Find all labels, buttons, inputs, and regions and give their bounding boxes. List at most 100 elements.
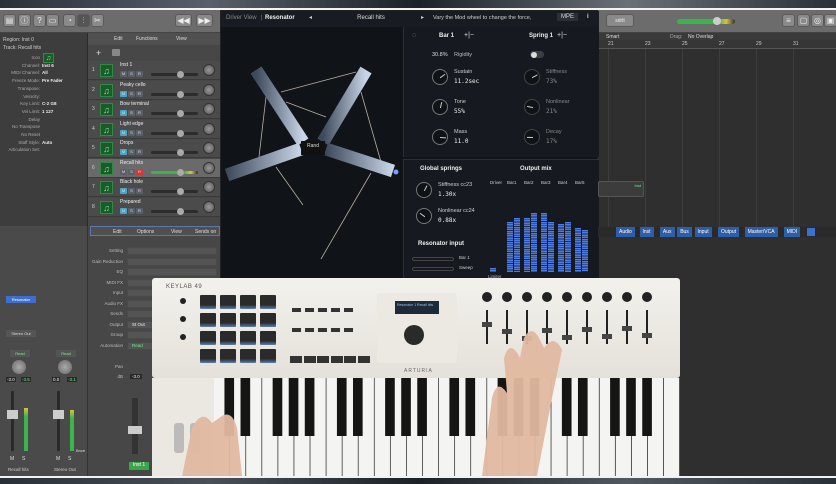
mixer-slot[interactable] (127, 247, 217, 255)
automation-value[interactable]: Read (132, 343, 143, 348)
record-button[interactable]: R (136, 71, 143, 77)
inspector-row[interactable]: Articulation Set: (0, 147, 88, 154)
mixer-tab[interactable]: Inst (639, 227, 654, 237)
solo-button[interactable]: S (128, 207, 135, 214)
mute-button[interactable]: M (56, 456, 60, 462)
track-header[interactable]: Track: Recall hits (3, 45, 41, 51)
output-slot[interactable]: Stereo Out (6, 330, 36, 337)
preset-prev-icon[interactable]: ◂ (309, 14, 312, 21)
automation-mode[interactable]: Read (56, 350, 76, 357)
strip-fader-handle[interactable] (128, 426, 142, 434)
volume-handle[interactable] (177, 110, 184, 117)
solo-bar-icon[interactable]: ◌ (412, 32, 416, 39)
track-name[interactable]: Prepared (120, 199, 141, 205)
inspector-row[interactable]: Staff Style: Auto (0, 140, 88, 147)
output-value[interactable]: St Out (132, 322, 145, 327)
solo-button[interactable]: S (128, 110, 135, 116)
input-slider[interactable] (412, 267, 454, 271)
knob[interactable] (432, 69, 448, 85)
track-name[interactable]: Inst 1 (120, 62, 132, 68)
inspector-row[interactable]: No Reset (0, 132, 88, 139)
inspector-row[interactable]: Transpose: (0, 86, 88, 93)
solo-button[interactable]: S (128, 188, 135, 194)
volume-slider[interactable] (151, 129, 198, 137)
track-row[interactable]: 6 ♫ Recall hits M S R (88, 158, 220, 178)
smart-controls-icon[interactable]: ◔ (63, 14, 76, 27)
list-editors-icon[interactable]: ≡ (782, 14, 795, 27)
bar-add-remove-button[interactable]: +|− (464, 32, 474, 39)
pan-knob[interactable] (203, 181, 215, 193)
knob[interactable] (416, 208, 432, 224)
mixer-tab[interactable]: Bus (677, 227, 692, 237)
notepad-icon[interactable]: ▢ (797, 14, 810, 27)
view-menu[interactable]: View (176, 36, 187, 42)
mute-button[interactable]: M (120, 90, 127, 97)
volume-slider[interactable] (151, 188, 198, 195)
knob[interactable] (416, 182, 432, 198)
instrument-icon[interactable]: ♫ (100, 103, 113, 116)
mute-button[interactable]: M (120, 129, 127, 136)
mixer-tab[interactable]: Audio (616, 227, 635, 237)
knob[interactable] (524, 69, 540, 85)
record-button[interactable]: R (136, 149, 143, 155)
solo-button[interactable]: S (128, 90, 135, 97)
fader-track[interactable] (11, 391, 14, 451)
volume-slider[interactable] (151, 110, 198, 117)
pan-knob[interactable] (203, 142, 215, 154)
knob[interactable] (524, 99, 540, 115)
instrument-icon[interactable]: ♫ (100, 200, 113, 214)
knob[interactable] (432, 99, 448, 115)
inspector-row[interactable]: Icon (0, 55, 88, 62)
solo-button[interactable]: S (68, 456, 71, 462)
volume-handle[interactable] (177, 90, 184, 98)
track-name[interactable]: Drops (120, 140, 133, 146)
insert-slot[interactable]: Resonator (6, 296, 36, 303)
knob[interactable] (524, 129, 540, 145)
instrument-icon[interactable]: ♫ (100, 64, 113, 77)
inspector-row[interactable]: No Transpose (0, 124, 88, 131)
record-button[interactable]: R (136, 188, 143, 194)
mixer-tab[interactable]: Master/VCA (744, 227, 778, 237)
pan-knob[interactable] (203, 83, 215, 96)
mix-meter[interactable] (575, 228, 581, 272)
record-button[interactable]: R (136, 207, 143, 214)
info-button[interactable]: i (587, 14, 589, 20)
track-row[interactable]: 2 ♫ Peaky cello M S R (88, 80, 220, 100)
preset-name[interactable]: Recall hits (321, 15, 421, 21)
layout-toggle-icon[interactable] (807, 228, 815, 236)
mute-button[interactable]: M (120, 110, 127, 116)
inspector-row[interactable]: MIDI Channel: All (0, 70, 88, 77)
rewind-button[interactable]: ◀◀ (175, 14, 192, 27)
pan-knob[interactable] (58, 360, 72, 374)
volume-slider[interactable] (151, 149, 198, 156)
track-row[interactable]: 7 ♫ Black hole M S R (88, 178, 220, 197)
volume-handle[interactable] (177, 71, 184, 78)
region-header[interactable]: Region: Inst 0 (3, 37, 34, 43)
preset-next-icon[interactable]: ▸ (421, 14, 424, 21)
edit-menu[interactable]: Edit (114, 36, 123, 42)
pan-knob[interactable] (203, 200, 215, 213)
track-name[interactable]: Bow terminal (120, 101, 149, 107)
mixer-tab[interactable]: Aux (659, 227, 675, 237)
automation-mode[interactable]: Read (10, 350, 30, 357)
inspector-row[interactable]: Channel: Inst 6 (0, 63, 88, 70)
fader-track[interactable] (57, 391, 60, 451)
resonator-graph[interactable]: Rand (221, 27, 401, 281)
track-row[interactable]: 3 ♫ Bow terminal M S R (88, 100, 220, 119)
input-slider[interactable] (412, 257, 454, 261)
volume-handle[interactable] (177, 129, 184, 137)
inspector-icon[interactable]: ⓘ (18, 14, 31, 27)
instrument-icon[interactable]: ♫ (100, 161, 113, 175)
bar-4[interactable] (323, 142, 396, 178)
mixer-options-menu[interactable]: Options (137, 229, 154, 235)
track-name[interactable]: Light edge (120, 121, 143, 127)
pan-knob[interactable] (203, 161, 215, 174)
bar-3[interactable] (224, 142, 304, 182)
pan-knob[interactable] (12, 360, 26, 374)
mute-button[interactable]: M (120, 149, 127, 155)
duplicate-track-icon[interactable] (112, 49, 120, 56)
mixer-slot[interactable] (127, 268, 217, 276)
track-name[interactable]: Black hole (120, 179, 143, 185)
volume-slider[interactable] (151, 168, 198, 176)
track-row[interactable]: 5 ♫ Drops M S R (88, 139, 220, 158)
